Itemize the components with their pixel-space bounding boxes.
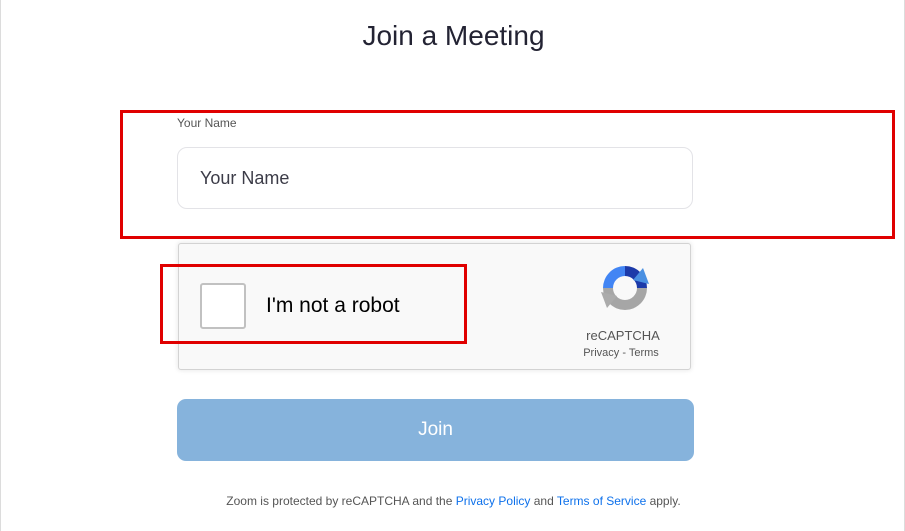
recaptcha-brand: reCAPTCHA	[586, 328, 660, 343]
recaptcha-privacy-link[interactable]: Privacy	[583, 347, 619, 359]
recaptcha-terms-link[interactable]: Terms	[629, 347, 659, 359]
page-frame: Join a Meeting Your Name I'm not a robot…	[0, 0, 905, 531]
recaptcha-logo-icon	[601, 266, 649, 310]
join-button[interactable]: Join	[177, 399, 694, 461]
notice-middle: and	[530, 494, 557, 508]
notice-prefix: Zoom is protected by reCAPTCHA and the	[226, 494, 456, 508]
notice-suffix: apply.	[646, 494, 681, 508]
page-title: Join a Meeting	[362, 20, 545, 51]
privacy-policy-link[interactable]: Privacy Policy	[456, 494, 531, 508]
terms-of-service-link[interactable]: Terms of Service	[557, 494, 646, 508]
recaptcha-notice: Zoom is protected by reCAPTCHA and the P…	[1, 494, 905, 508]
name-field-highlight-box	[120, 110, 895, 239]
recaptcha-link-separator: -	[619, 347, 629, 359]
recaptcha-links: Privacy - Terms	[561, 347, 681, 359]
captcha-checkbox-highlight-box	[160, 264, 467, 344]
